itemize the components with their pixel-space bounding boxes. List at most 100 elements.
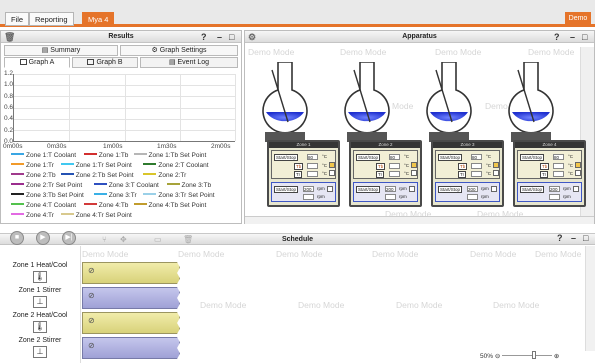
tab-mya4[interactable]: Mya 4	[82, 12, 115, 26]
stirrer-icon	[573, 186, 579, 192]
zoom-out-icon[interactable]: ⊖	[495, 353, 502, 360]
maximize-icon[interactable]: □	[583, 233, 588, 243]
legend-label: Zone 1:T Coolant	[26, 152, 77, 159]
legend-label: Zone 4:Tr Set Point	[75, 212, 132, 219]
tab-graph-b[interactable]: Graph B	[72, 57, 138, 68]
minimize-icon[interactable]: –	[570, 31, 575, 43]
rpm-unit: rpm	[399, 186, 407, 191]
zone-title: Zone 1	[269, 142, 338, 148]
legend-label: Zone 4:Tb	[98, 202, 129, 209]
tb-readout	[471, 163, 482, 169]
schedule-step-block[interactable]: ⊘	[82, 312, 180, 334]
summary-button[interactable]: ▤ Summary	[4, 45, 118, 56]
cooling-icon	[411, 170, 417, 176]
log-icon: ▤	[168, 59, 178, 66]
legend-swatch	[11, 193, 24, 195]
minimize-icon[interactable]: –	[217, 31, 222, 43]
y-tick-label: 1.2	[4, 70, 14, 77]
flask-illustrations	[262, 62, 554, 142]
rpm-input[interactable]: 200	[467, 186, 478, 192]
settings-gear-icon: ⚙	[151, 47, 160, 54]
temp-setpoint-input[interactable]: 80	[553, 154, 564, 160]
schedule-step-block[interactable]: ⊘	[82, 337, 180, 359]
tab-event-log[interactable]: ▤ Event Log	[140, 57, 238, 68]
flask-zone-1	[262, 62, 308, 142]
tr-label: Tr	[540, 171, 549, 178]
rpm-input[interactable]: 200	[385, 186, 396, 192]
watermark: Demo Mode	[535, 249, 582, 259]
start-stop-button[interactable]: Start/Stop	[520, 154, 545, 161]
no-action-icon: ⊘	[88, 316, 95, 325]
help-icon[interactable]: ?	[201, 31, 207, 43]
graph-settings-button[interactable]: ⚙ Graph Settings	[120, 45, 238, 56]
temp-box: Start/Stop 80 °C Tb °C Tr °C	[353, 150, 418, 179]
tr-readout	[389, 171, 400, 177]
zone-panel-4: Zone 4 Start/Stop 80 °C Tb °C Tr °C Start/Stop 20…	[513, 140, 586, 207]
maximize-icon[interactable]: □	[582, 31, 587, 43]
trash-icon[interactable]: 🗑	[4, 31, 15, 43]
legend-item: Zone 2:Tr	[143, 172, 186, 179]
start-stop-button[interactable]: Start/Stop	[438, 154, 463, 161]
start-stop-button[interactable]: Start/Stop	[438, 186, 463, 193]
rpm-unit: rpm	[399, 194, 407, 199]
no-action-icon: ⊘	[88, 341, 95, 350]
unit-label: °C	[486, 163, 492, 168]
help-icon[interactable]: ?	[557, 233, 563, 243]
rpm-unit: rpm	[563, 186, 571, 191]
stir-box: Start/Stop 200 rpm rpm	[271, 182, 336, 202]
tb-readout	[389, 163, 400, 169]
legend-swatch	[143, 193, 157, 195]
horizontal-scrollbar[interactable]	[245, 216, 594, 224]
unit-label: °C	[568, 171, 574, 176]
legend-item: Zone 2:Tb Set Point	[60, 172, 134, 179]
watermark: Demo Mode	[200, 300, 247, 310]
start-stop-button[interactable]: Start/Stop	[274, 186, 299, 193]
temp-setpoint-input[interactable]: 80	[307, 154, 318, 160]
maximize-icon[interactable]: □	[229, 31, 234, 43]
rpm-unit: rpm	[563, 194, 571, 199]
legend-item: Zone 2:Tr Set Point	[11, 182, 82, 189]
zone-title: Zone 2	[351, 142, 420, 148]
tb-label: Tb	[458, 163, 468, 170]
y-tick-label: 0.6	[4, 103, 14, 111]
legend-item: Zone 4:Tr Set Point	[60, 212, 132, 219]
start-stop-button[interactable]: Start/Stop	[274, 154, 299, 161]
legend-item: Zone 3:Tr	[93, 192, 137, 199]
legend-label: Zone 1:Tr Set Point	[75, 162, 132, 169]
legend-label: Zone 2:Tb	[26, 172, 56, 179]
tab-file[interactable]: File	[5, 12, 30, 26]
graph-icon	[19, 59, 27, 65]
thermometer-icon: 🌡	[33, 271, 47, 283]
zoom-in-icon[interactable]: ⊕	[554, 353, 559, 360]
cooling-icon	[329, 170, 335, 176]
help-icon[interactable]: ?	[554, 31, 560, 43]
summary-icon: ▤	[41, 47, 51, 54]
start-stop-button[interactable]: Start/Stop	[520, 186, 545, 193]
schedule-step-block[interactable]: ⊘	[82, 262, 180, 284]
zoom-slider[interactable]	[502, 351, 553, 359]
legend-label: Zone 4:Tr	[26, 212, 54, 219]
temp-setpoint-input[interactable]: 80	[389, 154, 400, 160]
minimize-icon[interactable]: –	[571, 233, 576, 243]
start-stop-button[interactable]: Start/Stop	[356, 154, 381, 161]
rpm-input[interactable]: 200	[303, 186, 314, 192]
rpm-input[interactable]: 200	[549, 186, 560, 192]
demo-button[interactable]: Demo	[565, 12, 591, 25]
legend-item: Zone 1:Tb Set Point	[133, 152, 206, 159]
schedule-title: Schedule	[281, 236, 314, 243]
vertical-scrollbar[interactable]	[585, 246, 595, 351]
tab-graph-a[interactable]: Graph A	[4, 57, 70, 68]
legend-item: Zone 4:Tb Set Point	[133, 202, 207, 209]
gear-icon[interactable]: ⚙	[248, 31, 256, 43]
schedule-step-block[interactable]: ⊘	[82, 287, 180, 309]
legend-label: Zone 4:Tb Set Point	[148, 202, 207, 209]
legend-swatch	[143, 173, 157, 175]
legend-swatch	[83, 203, 97, 205]
schedule-row-label: Zone 2 Stirrer	[18, 337, 62, 344]
legend-swatch	[11, 183, 24, 185]
temp-box: Start/Stop 80 °C Tb °C Tr °C	[435, 150, 500, 179]
tab-reporting[interactable]: Reporting	[29, 12, 74, 26]
legend-swatch	[60, 173, 74, 175]
temp-setpoint-input[interactable]: 80	[471, 154, 482, 160]
start-stop-button[interactable]: Start/Stop	[356, 186, 381, 193]
